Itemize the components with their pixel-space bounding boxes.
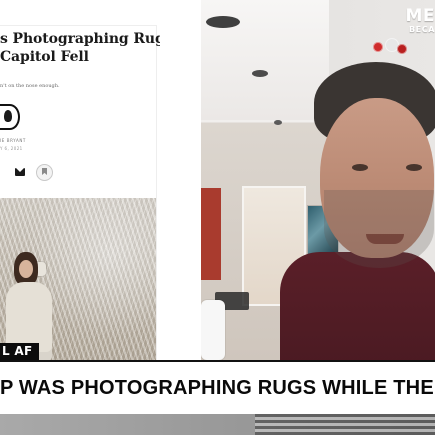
speaker-mouth: [366, 234, 404, 244]
article-headline-line2: Capitol Fell: [0, 49, 89, 65]
network-logo-sub: BECA: [408, 25, 435, 34]
article-screenshot-panel: s Photographing Rugs Capitol Fell n't on…: [0, 0, 201, 360]
article-headline-line1: s Photographing Rugs: [0, 31, 160, 47]
broadcast-frame: s Photographing Rugs Capitol Fell n't on…: [0, 0, 435, 435]
mail-icon: [15, 168, 25, 176]
speaker-beard: [324, 190, 434, 268]
speaker-eye-left: [352, 164, 368, 171]
article-photo: [0, 198, 156, 360]
webcam-panel: ME BECA: [201, 0, 435, 360]
publish-date: Y 6, 2021: [0, 146, 23, 151]
author-avatar: [0, 104, 20, 130]
ceiling-light: [206, 16, 240, 28]
network-logo: ME BECA: [393, 8, 435, 36]
chair: [201, 300, 225, 360]
network-logo-main: ME: [405, 6, 435, 26]
speaker: [280, 40, 435, 360]
speaker-sweater: [280, 252, 435, 360]
ceiling-light-small: [252, 70, 268, 77]
bookmark-icon: [36, 164, 53, 181]
author-name: IE BRYANT: [0, 138, 26, 143]
person-face: [19, 260, 33, 278]
red-wall: [201, 188, 221, 280]
show-tag: L AF: [0, 343, 39, 360]
lower-third: P WAS PHOTOGRAPHING RUGS WHILE THE CAPIT…: [0, 360, 435, 414]
lower-bar: [0, 414, 435, 435]
article-headline: s Photographing Rugs Capitol Fell: [0, 30, 160, 66]
speaker-eye-right: [406, 164, 422, 171]
article-dek: n't on the nose enough.: [0, 83, 60, 89]
lower-third-headline: P WAS PHOTOGRAPHING RUGS WHILE THE CAPIT…: [0, 377, 435, 399]
